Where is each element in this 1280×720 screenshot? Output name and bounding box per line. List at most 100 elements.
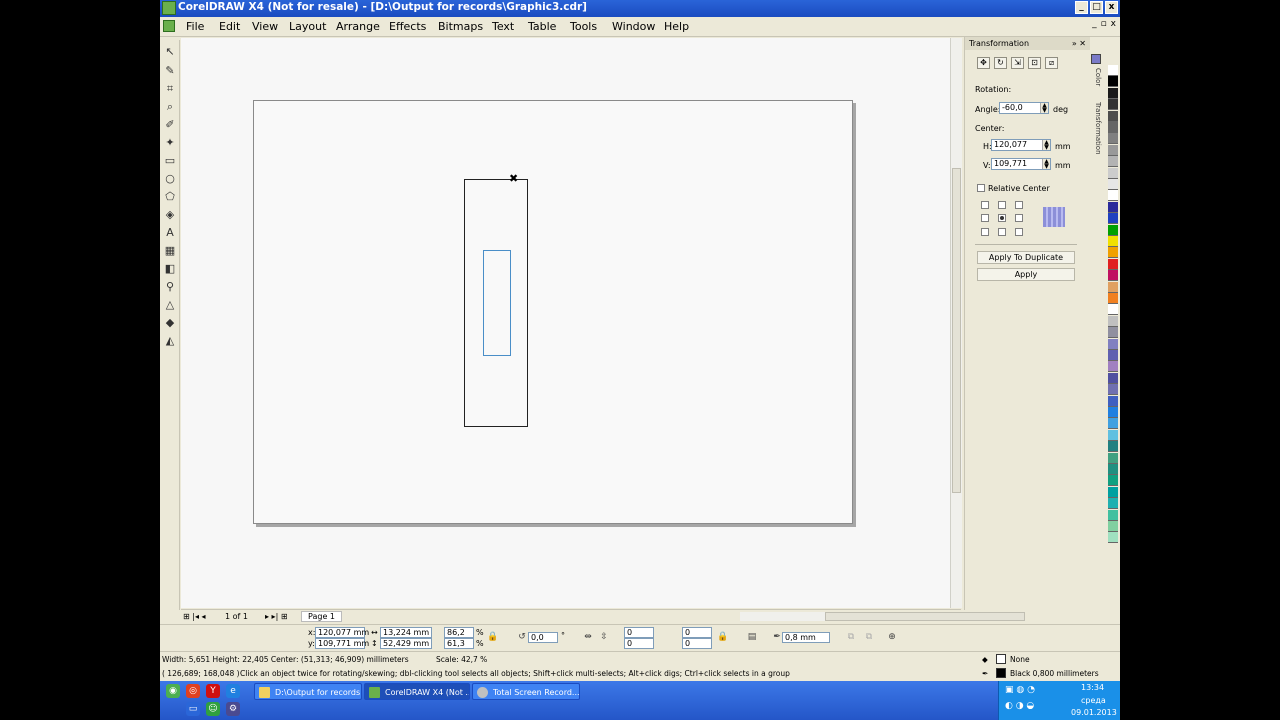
- palette-swatch[interactable]: [1108, 429, 1118, 441]
- palette-swatch[interactable]: [1108, 350, 1118, 361]
- menu-edit[interactable]: Edit: [219, 20, 240, 33]
- relative-center-checkbox[interactable]: [977, 184, 985, 192]
- width-field[interactable]: 13,224 mm: [380, 627, 432, 638]
- center-v-input[interactable]: 109,771 ▲ ▼: [991, 158, 1051, 170]
- lock-ratio-icon[interactable]: 🔒: [487, 631, 499, 643]
- menu-file[interactable]: File: [186, 20, 204, 33]
- palette-swatch[interactable]: [1108, 213, 1118, 225]
- messenger-icon[interactable]: ☺: [206, 702, 220, 716]
- palette-swatch[interactable]: [1108, 464, 1118, 475]
- doc-close-button[interactable]: x: [1111, 19, 1116, 29]
- tab-transformation[interactable]: Transformation: [1091, 102, 1102, 155]
- anchor-middle-right[interactable]: [1015, 214, 1023, 222]
- crop-tool-icon[interactable]: ⌗: [163, 82, 177, 96]
- rectangle-tool-icon[interactable]: ▭: [163, 154, 177, 168]
- anchor-bottom-center[interactable]: [998, 228, 1006, 236]
- text-tool-icon[interactable]: A: [163, 226, 177, 240]
- horizontal-scroll-thumb[interactable]: [825, 612, 1025, 621]
- anchor-top-right[interactable]: [1015, 201, 1023, 209]
- tab-color[interactable]: Color: [1091, 68, 1102, 86]
- apply-button[interactable]: Apply: [977, 268, 1075, 281]
- palette-swatch[interactable]: [1108, 87, 1118, 99]
- size-mode-button[interactable]: ⊡: [1028, 57, 1041, 69]
- apply-to-duplicate-button[interactable]: Apply To Duplicate: [977, 251, 1075, 264]
- palette-swatch[interactable]: [1108, 418, 1118, 430]
- tray-volume-icon[interactable]: ◐ ◑ ◒: [1005, 701, 1034, 711]
- corner-field-2[interactable]: 0: [624, 638, 654, 649]
- anchor-middle-left[interactable]: [981, 214, 989, 222]
- eyedropper-tool-icon[interactable]: ⚲: [163, 280, 177, 294]
- scale-x-field[interactable]: 86,2: [444, 627, 474, 638]
- pick-tool-icon[interactable]: ↖: [163, 45, 177, 59]
- task-coreldraw[interactable]: CorelDRAW X4 (Not ...: [364, 683, 470, 700]
- color-docker-icon[interactable]: [1091, 54, 1101, 64]
- palette-swatch[interactable]: [1108, 224, 1118, 236]
- tray-network-icon[interactable]: ▣ ◍ ◔: [1005, 685, 1035, 695]
- palette-swatch[interactable]: [1108, 509, 1118, 521]
- rotate-mode-button[interactable]: ↻: [994, 57, 1007, 69]
- menu-bitmaps[interactable]: Bitmaps: [438, 20, 483, 33]
- palette-swatch[interactable]: [1108, 407, 1118, 418]
- settings-icon[interactable]: ⚙: [226, 702, 240, 716]
- scale-mode-button[interactable]: ⇲: [1011, 57, 1024, 69]
- document-icon[interactable]: [163, 20, 175, 32]
- h-spin-arrows[interactable]: ▲ ▼: [1042, 140, 1050, 151]
- palette-swatch[interactable]: [1108, 281, 1118, 293]
- palette-swatch[interactable]: [1108, 327, 1118, 339]
- ellipse-tool-icon[interactable]: ○: [163, 172, 177, 186]
- smart-fill-tool-icon[interactable]: ✦: [163, 136, 177, 150]
- palette-swatch[interactable]: [1108, 293, 1118, 304]
- height-field[interactable]: 52,429 mm: [380, 638, 432, 649]
- table-tool-icon[interactable]: ▦: [163, 244, 177, 258]
- zoom-tool-icon[interactable]: ⌕: [163, 100, 177, 114]
- task-screen-recorder[interactable]: Total Screen Record...: [472, 683, 580, 700]
- palette-swatch[interactable]: [1108, 532, 1118, 544]
- mirror-vertical-icon[interactable]: ⇳: [598, 631, 610, 643]
- palette-swatch[interactable]: [1108, 247, 1118, 259]
- freehand-tool-icon[interactable]: ✐: [163, 118, 177, 132]
- rotation-center-icon[interactable]: ✖: [509, 172, 518, 185]
- palette-swatch[interactable]: [1108, 441, 1118, 453]
- corner-field-3[interactable]: 0: [682, 627, 712, 638]
- menu-text[interactable]: Text: [492, 20, 514, 33]
- palette-swatch[interactable]: [1108, 201, 1118, 213]
- doc-restore-button[interactable]: ▫: [1101, 19, 1107, 29]
- palette-swatch[interactable]: [1108, 99, 1118, 111]
- yandex-icon[interactable]: Y: [206, 684, 220, 698]
- palette-swatch[interactable]: [1108, 338, 1118, 350]
- palette-swatch[interactable]: [1108, 315, 1118, 327]
- docker-close-icon[interactable]: » ✕: [1072, 37, 1086, 50]
- maximize-button[interactable]: □: [1090, 1, 1103, 14]
- menu-table[interactable]: Table: [528, 20, 556, 33]
- scale-y-field[interactable]: 61,3: [444, 638, 474, 649]
- corner-field-4[interactable]: 0: [682, 638, 712, 649]
- basic-shapes-tool-icon[interactable]: ◈: [163, 208, 177, 222]
- palette-swatch[interactable]: [1108, 65, 1118, 76]
- anchor-bottom-left[interactable]: [981, 228, 989, 236]
- palette-swatch[interactable]: [1108, 144, 1118, 156]
- polygon-tool-icon[interactable]: ⬠: [163, 190, 177, 204]
- vertical-scroll-thumb[interactable]: [952, 168, 961, 493]
- browser-icon[interactable]: ◎: [186, 684, 200, 698]
- doc-minimize-button[interactable]: _: [1092, 19, 1097, 29]
- convert-to-curves-icon[interactable]: ⊕: [886, 631, 898, 643]
- close-button[interactable]: x: [1105, 1, 1118, 14]
- angle-input[interactable]: -60,0 ▲ ▼: [999, 102, 1049, 114]
- palette-swatch[interactable]: [1108, 270, 1118, 282]
- anchor-top-center[interactable]: [998, 201, 1006, 209]
- inner-rectangle[interactable]: [483, 250, 511, 356]
- position-mode-button[interactable]: ✥: [977, 57, 990, 69]
- palette-swatch[interactable]: [1108, 384, 1118, 396]
- anchor-top-left[interactable]: [981, 201, 989, 209]
- menu-arrange[interactable]: Arrange: [336, 20, 380, 33]
- menu-help[interactable]: Help: [664, 20, 689, 33]
- angle-spin-arrows[interactable]: ▲ ▼: [1040, 103, 1048, 114]
- menu-effects[interactable]: Effects: [389, 20, 426, 33]
- x-position-field[interactable]: 120,077 mm: [315, 627, 369, 638]
- menu-tools[interactable]: Tools: [570, 20, 597, 33]
- palette-swatch[interactable]: [1108, 167, 1118, 179]
- palette-swatch[interactable]: [1108, 475, 1118, 487]
- palette-swatch[interactable]: [1108, 179, 1118, 190]
- rotation-field[interactable]: 0,0: [528, 632, 558, 643]
- anchor-center[interactable]: [998, 214, 1006, 222]
